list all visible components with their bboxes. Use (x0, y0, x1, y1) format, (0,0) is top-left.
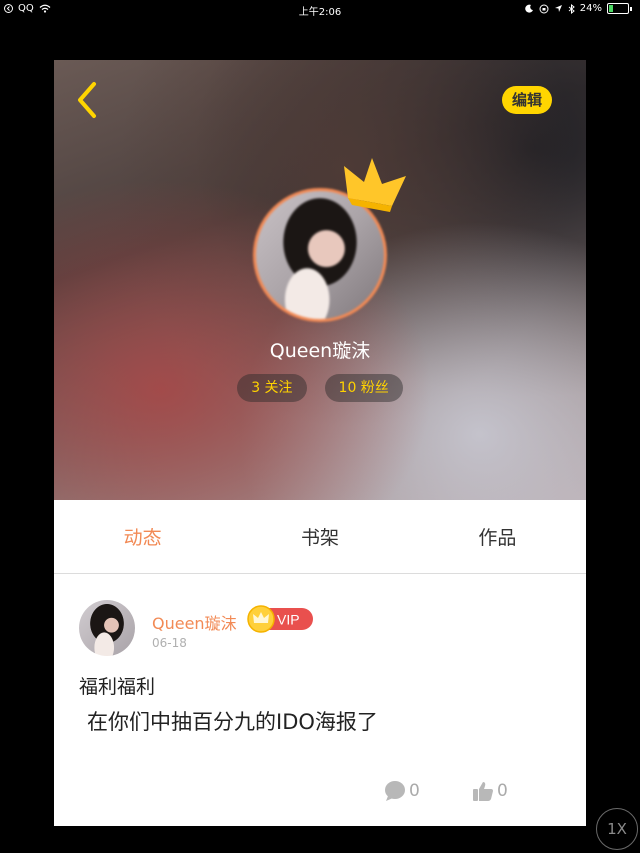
thumbs-up-icon (473, 782, 493, 801)
edit-button[interactable]: 编辑 (501, 86, 552, 114)
bluetooth-icon (568, 3, 575, 14)
moon-icon (525, 4, 533, 13)
chevron-left-icon[interactable] (72, 80, 102, 120)
post-date: 06-18 (152, 636, 187, 650)
vip-badge: VIP (247, 605, 313, 633)
profile-header: 编辑 Queen璇沫 3 关注 10 粉丝 (54, 60, 586, 500)
following-pill[interactable]: 3 关注 (237, 374, 307, 402)
crown-icon (344, 158, 406, 212)
comment-count: 0 (409, 781, 420, 801)
comment-button[interactable]: 0 (384, 780, 420, 802)
post-body[interactable]: 在你们中抽百分九的IDO海报了 (87, 706, 378, 736)
post-title[interactable]: 福利福利 (79, 672, 155, 699)
battery-cap (630, 6, 632, 11)
activity-post: Queen璇沫 VIP 06-18 福利福利 在你们中抽百分九的IDO海报了 0… (54, 574, 586, 826)
zoom-button[interactable]: 1X (596, 808, 638, 850)
comment-icon (385, 781, 405, 801)
orientation-lock-icon (539, 4, 549, 13)
profile-stats: 3 关注 10 粉丝 (54, 374, 586, 402)
tab-activity[interactable]: 动态 (54, 500, 231, 573)
profile-tabs: 动态 书架 作品 (54, 500, 586, 574)
status-bar: QQ 上午2:06 24% (0, 0, 640, 18)
profile-username: Queen璇沫 (269, 340, 371, 362)
tab-bookshelf[interactable]: 书架 (231, 500, 408, 573)
profile-card: 编辑 Queen璇沫 3 关注 10 粉丝 动态 书架 作品 Queen璇沫 V… (54, 60, 586, 826)
tab-works[interactable]: 作品 (409, 500, 586, 573)
location-icon (554, 5, 562, 12)
like-button[interactable]: 0 (472, 780, 508, 802)
fans-pill[interactable]: 10 粉丝 (324, 374, 403, 402)
status-right: 24% (525, 3, 632, 14)
battery-percent: 24% (579, 3, 602, 14)
vip-label: VIP (277, 612, 300, 628)
like-count: 0 (497, 781, 508, 801)
post-author-avatar[interactable] (79, 600, 135, 656)
battery-icon (607, 3, 629, 14)
post-author-name[interactable]: Queen璇沫 (152, 610, 237, 634)
